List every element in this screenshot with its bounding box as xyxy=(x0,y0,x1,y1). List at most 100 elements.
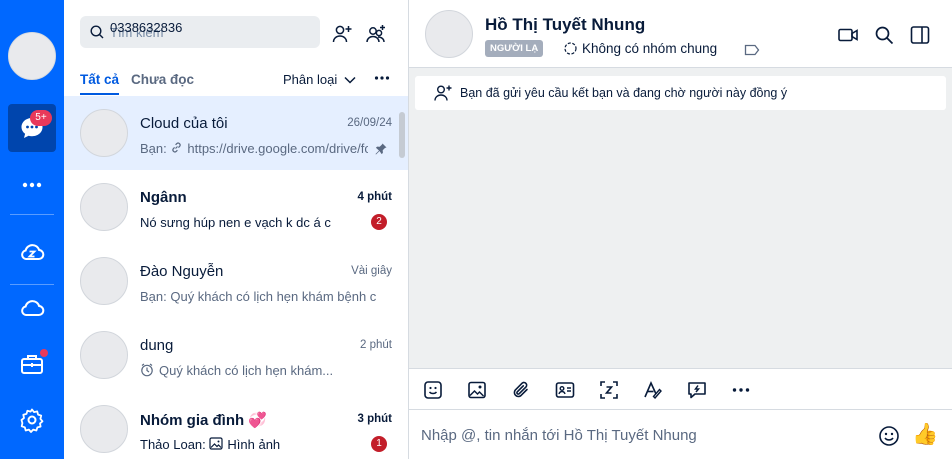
conversation-time: 26/09/24 xyxy=(347,117,392,129)
emoji-icon[interactable] xyxy=(877,424,901,448)
chat-panel: Hồ Thị Tuyết Nhung NGƯỜI LẠ Không có nhó… xyxy=(409,0,952,459)
conversation-name: Đào Nguyễn xyxy=(140,263,224,280)
contact-name[interactable]: Hồ Thị Tuyết Nhung xyxy=(485,15,645,35)
add-friend-icon xyxy=(332,25,352,43)
messages-count-badge: 5+ xyxy=(30,110,52,126)
conversation-name: dung xyxy=(140,337,174,354)
friend-request-notice: Bạn đã gửi yêu cầu kết bạn và đang chờ n… xyxy=(415,76,946,110)
more-horizontal-icon xyxy=(732,388,750,392)
avatar xyxy=(80,109,128,157)
zcloud-nav[interactable] xyxy=(8,228,56,276)
add-friend-button[interactable] xyxy=(328,20,356,48)
search-input[interactable]: 0338632836 xyxy=(110,20,182,35)
chevron-down-icon xyxy=(344,76,356,84)
search-in-chat-button[interactable] xyxy=(871,22,897,48)
conversation-item[interactable]: dung 2 phút Quý khách có lịch hẹn khám..… xyxy=(64,318,408,392)
paperclip-icon xyxy=(513,381,528,398)
common-groups-link[interactable]: Không có nhóm chung xyxy=(563,41,717,56)
search-icon xyxy=(90,25,104,39)
quick-like-button[interactable]: 👍 xyxy=(912,422,938,448)
left-nav-rail: 5+ xyxy=(0,0,64,459)
add-friend-icon xyxy=(434,85,452,101)
contact-card-icon xyxy=(555,382,575,398)
pin-icon xyxy=(375,143,387,155)
chat-header: Hồ Thị Tuyết Nhung NGƯỜI LẠ Không có nhó… xyxy=(409,0,952,68)
text-format-icon xyxy=(644,381,662,400)
conversation-list-panel: Tìm kiếm 0338632836 Tất cả Chưa đọc Phân… xyxy=(64,0,409,459)
create-group-icon xyxy=(366,25,385,43)
filter-tabs: Tất cả Chưa đọc Phân loại xyxy=(80,72,393,96)
list-scrollbar[interactable] xyxy=(399,112,405,158)
classify-dropdown[interactable]: Phân loại xyxy=(283,72,357,87)
create-group-button[interactable] xyxy=(362,20,390,48)
conversation-time: Vài giây xyxy=(351,265,392,277)
image-icon xyxy=(468,381,486,399)
group-ring-icon xyxy=(564,42,577,55)
quick-message-button[interactable] xyxy=(685,378,709,402)
conversation-item[interactable]: Cloud của tôi 26/09/24 Bạn: https://driv… xyxy=(64,96,408,170)
cloud-icon xyxy=(21,300,45,316)
preview-prefix: Bạn: xyxy=(140,141,171,156)
tab-unread[interactable]: Chưa đọc xyxy=(131,72,194,87)
preview-text: https://drive.google.com/drive/fold xyxy=(187,141,368,156)
friend-request-text: Bạn đã gửi yêu cầu kết bạn và đang chờ n… xyxy=(460,86,788,100)
clock-icon xyxy=(141,363,153,377)
send-image-button[interactable] xyxy=(465,378,489,402)
my-avatar[interactable] xyxy=(8,32,56,80)
zcloud-icon xyxy=(21,244,45,260)
toggle-info-panel-button[interactable] xyxy=(907,22,933,48)
conversation-preview: Nó sưng húp nen e vạch k dc á c xyxy=(140,215,331,230)
unread-count-badge: 1 xyxy=(371,436,387,452)
tab-all[interactable]: Tất cả xyxy=(80,72,120,95)
conversation-preview: Bạn: https://drive.google.com/drive/fold xyxy=(140,141,368,156)
sticker-icon xyxy=(424,381,442,399)
conversation-name: Cloud của tôi xyxy=(140,115,228,132)
video-call-button[interactable] xyxy=(835,22,861,48)
common-groups-text: Không có nhóm chung xyxy=(582,41,718,56)
unread-count-badge: 2 xyxy=(371,214,387,230)
image-icon xyxy=(209,437,223,450)
conversation-item[interactable]: Đào Nguyễn Vài giây Bạn: Quý khách có lị… xyxy=(64,244,408,318)
search-box[interactable]: Tìm kiếm 0338632836 xyxy=(80,16,320,48)
conversation-time: 3 phút xyxy=(357,413,393,425)
conversation-name: Ngânn xyxy=(140,189,187,206)
conversation-time: 2 phút xyxy=(360,339,392,351)
text-format-button[interactable] xyxy=(641,378,665,402)
sidebar-panel-icon xyxy=(910,26,930,44)
conversation-name: Nhóm gia đình 💞 xyxy=(140,412,268,429)
avatar xyxy=(80,331,128,379)
stranger-badge: NGƯỜI LẠ xyxy=(485,40,544,57)
preview-text: Hình ảnh xyxy=(227,437,281,452)
more-options-button[interactable] xyxy=(729,378,753,402)
avatar xyxy=(80,183,128,231)
more-nav[interactable] xyxy=(8,161,56,209)
preview-text: Quý khách có lịch hẹn khám... xyxy=(159,363,334,378)
contact-avatar[interactable] xyxy=(425,10,473,58)
list-more-button[interactable] xyxy=(370,66,394,90)
classify-label: Phân loại xyxy=(283,72,338,87)
settings-nav[interactable] xyxy=(8,396,56,444)
settings-gear-icon xyxy=(20,408,44,433)
send-contact-card-button[interactable] xyxy=(553,378,577,402)
conversation-item[interactable]: Ngânn 4 phút Nó sưng húp nen e vạch k dc… xyxy=(64,170,408,244)
conversation-preview: Quý khách có lịch hẹn khám... xyxy=(140,363,368,378)
search-icon xyxy=(875,26,894,45)
conversation-time: 4 phút xyxy=(357,191,393,203)
message-input[interactable] xyxy=(421,424,861,446)
message-composer: 👍 xyxy=(409,409,952,459)
screenshot-crop-icon xyxy=(600,381,618,399)
tools-nav[interactable] xyxy=(8,340,56,388)
conversation-preview: Thảo Loan: Hình ảnh xyxy=(140,437,368,452)
conversation-preview: Bạn: Quý khách có lịch hẹn khám bệnh c xyxy=(140,289,377,304)
screenshot-button[interactable] xyxy=(597,378,621,402)
attach-file-button[interactable] xyxy=(509,378,533,402)
conversation-item[interactable]: Nhóm gia đình 💞 3 phút Thảo Loan: Hình ả… xyxy=(64,392,408,459)
more-horizontal-icon xyxy=(374,76,390,80)
sticker-button[interactable] xyxy=(421,378,445,402)
tag-label-icon[interactable] xyxy=(744,43,760,57)
avatar xyxy=(80,257,128,305)
quick-message-icon xyxy=(688,382,706,399)
cloud-nav[interactable] xyxy=(8,284,56,332)
rail-divider xyxy=(10,214,54,215)
composer-toolbar xyxy=(409,368,952,409)
